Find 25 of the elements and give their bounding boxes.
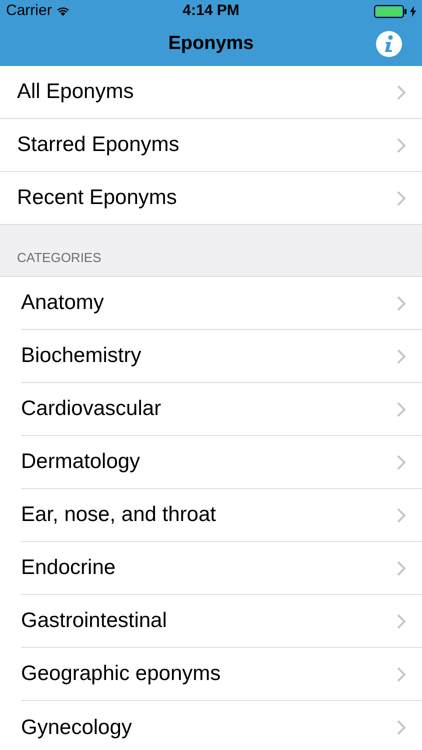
chevron-icon <box>397 666 406 682</box>
chevron-icon <box>397 348 406 364</box>
chevron-icon <box>397 190 406 206</box>
nav-title: Eponyms <box>168 32 254 56</box>
section-header: CATEGORIES <box>17 248 102 266</box>
chevron-icon <box>397 560 406 576</box>
chevron-icon <box>397 508 406 522</box>
charging-icon <box>410 6 416 16</box>
chevron-icon <box>397 84 406 100</box>
list-item[interactable]: Starred Eponyms <box>17 119 422 171</box>
list-item[interactable]: Recent Eponyms <box>17 172 422 224</box>
list-item[interactable]: Gynecology <box>21 701 422 750</box>
info-button[interactable] <box>376 31 402 57</box>
chevron-icon <box>397 402 406 416</box>
chevron-icon <box>397 614 406 628</box>
chevron-icon <box>397 296 406 310</box>
list-item[interactable]: All Eponyms <box>17 66 422 118</box>
chevron-icon <box>397 454 406 470</box>
chevron-icon <box>397 720 406 735</box>
info-icon <box>384 35 394 53</box>
wifi-icon <box>56 6 70 16</box>
time-label: 4:14 PM <box>182 0 240 21</box>
battery-icon <box>374 4 408 18</box>
chevron-icon <box>397 138 406 152</box>
carrier-label: Carrier <box>6 0 52 21</box>
